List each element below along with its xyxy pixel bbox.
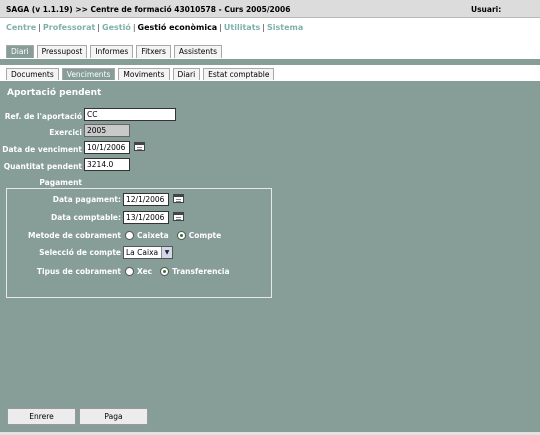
quantitat-input[interactable]	[84, 158, 130, 171]
quantitat-label: Quantitat pendent	[3, 162, 82, 171]
nav-separator: |	[97, 23, 100, 32]
subtab-diari[interactable]: Diari	[172, 68, 201, 80]
data-venciment-input[interactable]	[84, 141, 130, 154]
nav-separator: |	[38, 23, 41, 32]
calendar-icon[interactable]	[173, 194, 184, 203]
tab-divider	[0, 59, 540, 65]
subtab-estat-comptable[interactable]: Estat comptable	[203, 68, 275, 80]
page-title: Aportació pendent	[7, 88, 102, 98]
tipus-label: Tipus de cobrament	[36, 267, 121, 276]
data-pagament-input[interactable]	[123, 193, 169, 206]
subtab-documents[interactable]: Documents	[6, 68, 59, 80]
ref-label: Ref. de l'aportació	[4, 112, 82, 121]
data-pagament-label: Data pagament:	[52, 195, 121, 204]
subtab-venciments[interactable]: Venciments	[61, 68, 116, 80]
user-label: Usuari:	[471, 5, 502, 14]
radio-transferencia-label: Transferencia	[172, 267, 230, 276]
subtab-moviments[interactable]: Moviments	[118, 68, 170, 80]
nav-link-gestio[interactable]: Gestió	[102, 23, 131, 32]
tab-assistents[interactable]: Assistents	[173, 45, 223, 58]
metode-radio-group: Caixeta Compte	[125, 231, 226, 240]
back-button[interactable]: Enrere	[7, 408, 76, 425]
nav-separator: |	[262, 23, 265, 32]
tab-pressupost[interactable]: Pressupost	[36, 45, 88, 58]
data-comptable-label: Data comptable:	[51, 213, 121, 222]
radio-transferencia[interactable]	[160, 267, 170, 276]
calendar-icon[interactable]	[173, 212, 184, 221]
exercici-input[interactable]	[84, 124, 130, 137]
secondary-tabs: Documents Venciments Moviments Diari Est…	[6, 68, 275, 81]
radio-compte-label: Compte	[188, 231, 222, 240]
radio-xec-label: Xec	[137, 267, 153, 276]
compte-select[interactable]: La Caixa ▼	[123, 246, 173, 259]
nav-separator: |	[132, 23, 136, 32]
tab-diari[interactable]: Diari	[6, 45, 34, 58]
ref-input[interactable]	[84, 108, 176, 121]
tipus-radio-group: Xec Transferencia	[125, 267, 235, 276]
nav-link-utilitats[interactable]: Utilitats	[224, 23, 260, 32]
metode-label: Metode de cobrament	[28, 231, 121, 240]
radio-caixeta-label: Caixeta	[137, 231, 169, 240]
content-panel: Aportació pendent Ref. de l'aportació Ex…	[0, 81, 540, 432]
pay-button[interactable]: Paga	[79, 408, 148, 425]
data-comptable-input[interactable]	[123, 211, 169, 224]
nav-link-gestio-economica[interactable]: Gestió econòmica	[138, 23, 218, 32]
data-venciment-label: Data de venciment	[2, 145, 82, 154]
tab-fitxers[interactable]: Fitxers	[136, 45, 171, 58]
compte-select-value: La Caixa	[126, 248, 159, 257]
radio-caixeta[interactable]	[125, 231, 134, 240]
nav-link-centre[interactable]: Centre	[6, 23, 36, 32]
nav-separator: |	[219, 23, 222, 32]
radio-xec[interactable]	[125, 267, 134, 276]
radio-compte[interactable]	[176, 231, 186, 240]
primary-tabs: Diari Pressupost Informes Fitxers Assist…	[6, 45, 223, 59]
payment-fieldset: Data pagament: Data comptable: Metode de…	[6, 188, 272, 298]
tab-informes[interactable]: Informes	[90, 45, 134, 58]
exercici-label: Exercici	[49, 128, 82, 137]
top-navigation: Centre | Professorat | Gestió | Gestió econòmi…	[6, 23, 303, 32]
nav-link-sistema[interactable]: Sistema	[267, 23, 303, 32]
title-bar: SAGA (v 1.1.19) >> Centre de formació 43…	[0, 0, 540, 18]
dropdown-arrow-icon[interactable]: ▼	[161, 247, 172, 258]
app-title: SAGA (v 1.1.19) >> Centre de formació 43…	[6, 5, 291, 14]
calendar-icon[interactable]	[134, 142, 145, 151]
pagament-label: Pagament	[39, 178, 82, 187]
compte-label: Selecció de compte	[39, 248, 121, 257]
nav-link-professorat[interactable]: Professorat	[43, 23, 95, 32]
